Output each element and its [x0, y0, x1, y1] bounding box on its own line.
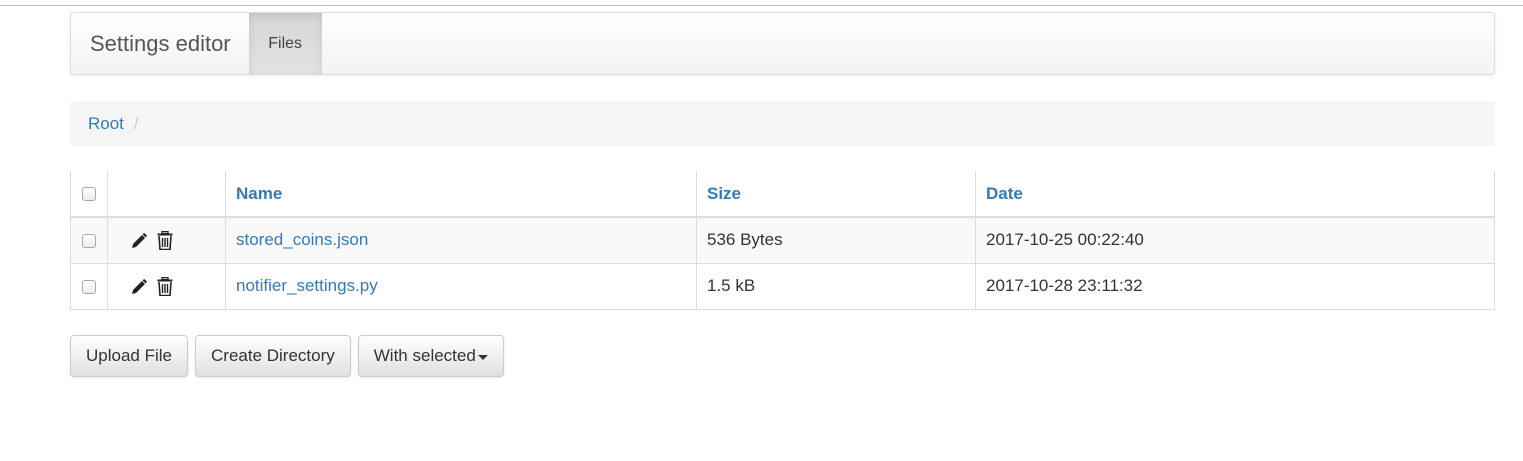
file-date-cell: 2017-10-25 00:22:40	[975, 216, 1495, 264]
navbar: Settings editor Files	[70, 12, 1495, 75]
caret-down-icon	[477, 354, 488, 360]
file-link[interactable]: notifier_settings.py	[236, 276, 378, 295]
with-selected-dropdown[interactable]: With selected	[357, 335, 504, 377]
file-size-cell: 1.5 kB	[696, 262, 976, 310]
row-actions	[107, 262, 226, 310]
size-column-header[interactable]: Size	[696, 171, 976, 218]
file-name-cell: notifier_settings.py	[225, 262, 697, 310]
select-all-checkbox[interactable]	[82, 187, 96, 202]
file-table: Name Size Date stored_coins.json 536 Byt…	[70, 171, 1495, 310]
file-link[interactable]: stored_coins.json	[236, 230, 368, 249]
actions-header	[107, 171, 226, 218]
row-select-cell	[70, 216, 108, 264]
row-checkbox[interactable]	[82, 279, 96, 294]
row-select-cell	[70, 262, 108, 310]
row-checkbox[interactable]	[82, 233, 96, 248]
browser-top-edge	[0, 0, 1523, 6]
action-buttons: Upload File Create Directory With select…	[70, 335, 504, 377]
create-directory-button[interactable]: Create Directory	[195, 335, 351, 377]
trash-icon[interactable]	[157, 276, 173, 297]
file-size-cell: 536 Bytes	[696, 216, 976, 264]
select-all-cell	[70, 171, 108, 218]
breadcrumb-root-link[interactable]: Root	[88, 114, 124, 134]
upload-file-button[interactable]: Upload File	[70, 335, 188, 377]
pencil-icon[interactable]	[130, 278, 148, 296]
date-column-header[interactable]: Date	[975, 171, 1495, 218]
row-actions	[107, 216, 226, 264]
table-row: stored_coins.json 536 Bytes 2017-10-25 0…	[70, 216, 1495, 264]
breadcrumb: Root /	[70, 101, 1495, 146]
breadcrumb-separator: /	[133, 113, 139, 133]
name-column-header[interactable]: Name	[225, 171, 697, 218]
navbar-brand[interactable]: Settings editor	[71, 13, 249, 74]
with-selected-label: With selected	[373, 346, 476, 365]
file-name-cell: stored_coins.json	[225, 216, 697, 264]
trash-icon[interactable]	[157, 231, 173, 251]
table-row: notifier_settings.py 1.5 kB 2017-10-28 2…	[70, 262, 1495, 310]
pencil-icon[interactable]	[130, 232, 148, 250]
table-header-row: Name Size Date	[70, 171, 1495, 218]
tab-files[interactable]: Files	[248, 13, 322, 74]
file-date-cell: 2017-10-28 23:11:32	[975, 262, 1495, 310]
